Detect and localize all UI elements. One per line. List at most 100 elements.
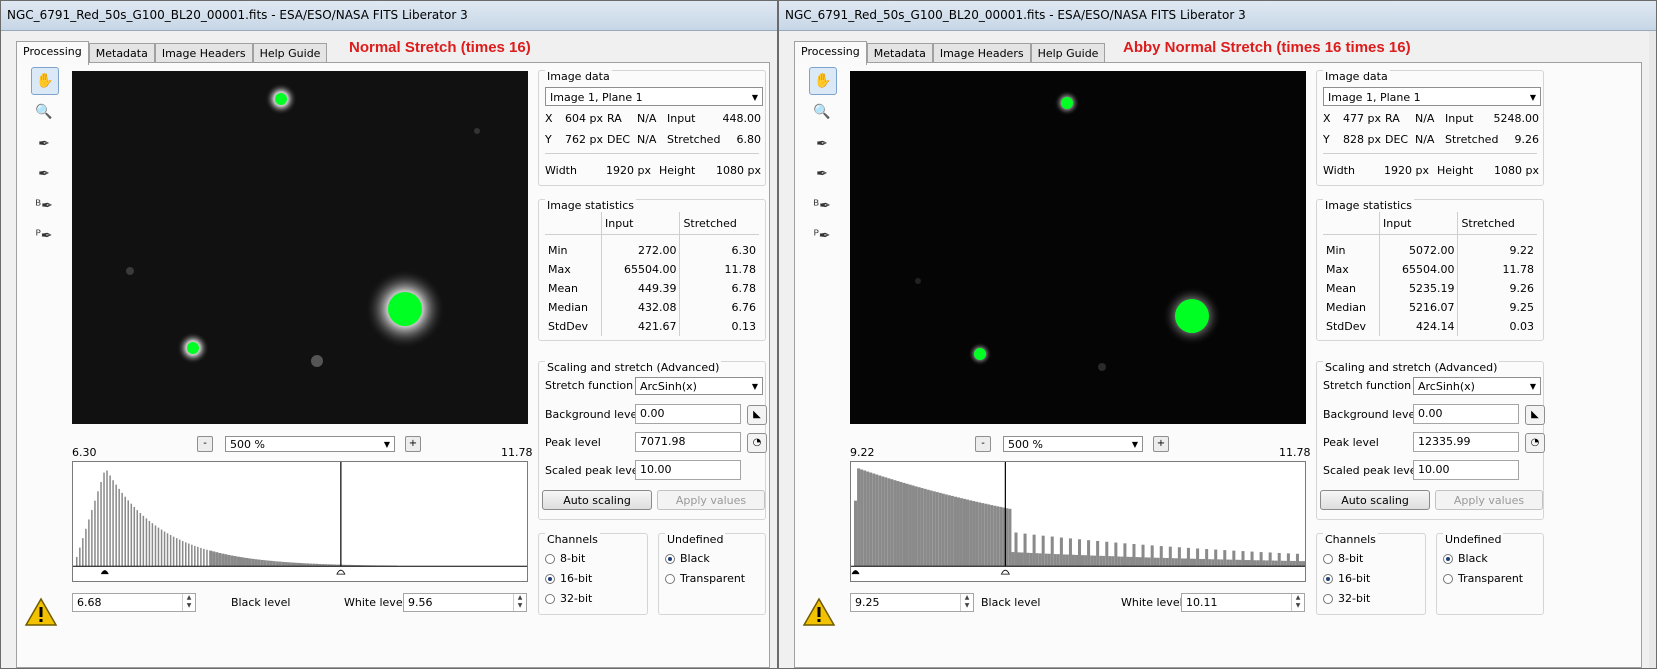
peak-picker-icon[interactable]: ◔	[747, 433, 767, 453]
background-picker-icon[interactable]: ᴮ✒	[809, 193, 835, 219]
tab-image-headers[interactable]: Image Headers	[932, 43, 1031, 64]
plane-select[interactable]: Image 1, Plane 1 ▼	[1323, 87, 1541, 106]
stretched-value: 6.80	[736, 133, 762, 146]
background-picker-icon[interactable]: ᴮ✒	[31, 193, 57, 219]
zoom-select[interactable]: 500 % ▼	[225, 436, 395, 452]
window-client: Processing Metadata Image Headers Help G…	[8, 31, 770, 668]
plane-value: Image 1, Plane 1	[550, 91, 643, 104]
channel-option-32bit[interactable]: 32-bit	[1323, 592, 1370, 605]
undefined-option-transparent[interactable]: Transparent	[665, 572, 745, 585]
tab-image-headers[interactable]: Image Headers	[154, 43, 253, 64]
radio-transparent[interactable]	[665, 573, 675, 584]
peak-level-input[interactable]: 12335.99	[1413, 432, 1519, 452]
channel-option-32bit[interactable]: 32-bit	[545, 592, 592, 605]
window-edge-scrollbar[interactable]	[1649, 31, 1656, 668]
black-level-input[interactable]: 9.25 ▲ ▼	[850, 593, 974, 612]
histogram-bar	[103, 472, 105, 567]
white-level-handle[interactable]	[1000, 569, 1010, 575]
peak-level-input[interactable]: 7071.98	[635, 432, 741, 452]
histogram-bar	[1108, 556, 1112, 567]
radio-32bit[interactable]	[545, 593, 555, 604]
black-level-handle[interactable]	[100, 570, 109, 575]
histogram-bar	[221, 553, 225, 567]
zoom-in-button[interactable]: +	[405, 436, 421, 452]
black-level-handle[interactable]	[851, 570, 860, 575]
radio-transparent[interactable]	[1443, 573, 1453, 584]
peak-picker-icon[interactable]: ᴾ✒	[31, 223, 57, 249]
zoom-in-button[interactable]: +	[1153, 436, 1169, 452]
histogram-bar	[1208, 559, 1212, 567]
tab-processing[interactable]: Processing	[794, 41, 867, 65]
undefined-option-black[interactable]: Black	[665, 552, 710, 565]
histogram[interactable]	[850, 461, 1306, 582]
zoom-out-button[interactable]: -	[197, 436, 213, 452]
auto-scaling-button[interactable]: Auto scaling	[1320, 490, 1430, 510]
white-level-input[interactable]: 9.56 ▲ ▼	[403, 593, 527, 612]
histogram[interactable]	[72, 461, 528, 582]
histogram-bar	[88, 519, 90, 567]
histogram-bar	[884, 477, 888, 567]
zoom-out-button[interactable]: -	[975, 436, 991, 452]
white-level-spinner[interactable]: ▲ ▼	[513, 594, 526, 611]
eyedropper-plus-icon[interactable]: ✒	[31, 161, 57, 187]
histogram-bar	[1147, 557, 1151, 567]
radio-black[interactable]	[1443, 553, 1453, 564]
background-level-input[interactable]: 0.00	[635, 404, 741, 424]
white-level-input[interactable]: 10.11 ▲ ▼	[1181, 593, 1305, 612]
histogram-bar	[1171, 558, 1175, 567]
tab-metadata[interactable]: Metadata	[88, 43, 155, 64]
stretch-function-label: Stretch function	[1323, 379, 1412, 392]
tab-help-guide[interactable]: Help Guide	[252, 43, 328, 64]
background-picker-icon[interactable]: ◣	[1525, 405, 1545, 425]
eyedropper-plus-icon[interactable]: ✒	[809, 161, 835, 187]
histogram-bar	[112, 480, 114, 567]
tab-processing[interactable]: Processing	[16, 41, 89, 65]
black-level-input[interactable]: 6.68 ▲ ▼	[72, 593, 196, 612]
eyedropper-icon[interactable]: ✒	[809, 131, 835, 157]
histogram-bar	[1217, 559, 1221, 567]
zoom-select[interactable]: 500 % ▼	[1003, 436, 1143, 452]
radio-8bit[interactable]	[1323, 553, 1333, 564]
background-picker-icon[interactable]: ◣	[747, 405, 767, 425]
radio-8bit[interactable]	[545, 553, 555, 564]
stretch-function-select[interactable]: ArcSinh(x) ▼	[1413, 377, 1541, 395]
apply-values-button[interactable]: Apply values	[657, 490, 765, 510]
white-level-spinner[interactable]: ▲ ▼	[1291, 594, 1304, 611]
radio-16bit[interactable]	[1323, 573, 1333, 584]
zoom-icon[interactable]: 🔍	[31, 99, 57, 125]
eyedropper-icon[interactable]: ✒	[31, 131, 57, 157]
peak-picker-icon[interactable]: ◔	[1525, 433, 1545, 453]
undefined-option-transparent[interactable]: Transparent	[1443, 572, 1523, 585]
white-level-handle[interactable]	[336, 569, 346, 575]
image-preview[interactable]	[72, 71, 528, 424]
radio-black[interactable]	[665, 553, 675, 564]
channel-option-label: 16-bit	[1338, 572, 1371, 585]
hand-icon[interactable]: ✋	[809, 67, 837, 95]
stretch-function-select[interactable]: ArcSinh(x) ▼	[635, 377, 763, 395]
background-level-input[interactable]: 0.00	[1413, 404, 1519, 424]
image-preview[interactable]	[850, 71, 1306, 424]
radio-16bit[interactable]	[545, 573, 555, 584]
statistics-table: Input Stretched Min 272.00 6.30 Max 6550…	[545, 212, 759, 336]
auto-scaling-button[interactable]: Auto scaling	[542, 490, 652, 510]
tab-metadata[interactable]: Metadata	[866, 43, 933, 64]
scaled-peak-input[interactable]: 10.00	[1413, 460, 1519, 480]
undefined-option-black[interactable]: Black	[1443, 552, 1488, 565]
hand-icon[interactable]: ✋	[31, 67, 59, 95]
zoom-icon[interactable]: 🔍	[809, 99, 835, 125]
apply-values-button[interactable]: Apply values	[1435, 490, 1543, 510]
channel-option-16bit[interactable]: 16-bit	[1323, 572, 1370, 585]
plane-select[interactable]: Image 1, Plane 1 ▼	[545, 87, 763, 106]
histogram-bar	[1071, 554, 1075, 567]
tab-help-guide[interactable]: Help Guide	[1030, 43, 1106, 64]
histogram-bar	[911, 485, 915, 567]
channel-option-8bit[interactable]: 8-bit	[545, 552, 585, 565]
scaling-title: Scaling and stretch (Advanced)	[1323, 361, 1500, 374]
black-level-spinner[interactable]: ▲ ▼	[182, 594, 195, 611]
channel-option-8bit[interactable]: 8-bit	[1323, 552, 1363, 565]
scaled-peak-input[interactable]: 10.00	[635, 460, 741, 480]
black-level-spinner[interactable]: ▲ ▼	[960, 594, 973, 611]
channel-option-16bit[interactable]: 16-bit	[545, 572, 592, 585]
peak-picker-icon[interactable]: ᴾ✒	[809, 223, 835, 249]
radio-32bit[interactable]	[1323, 593, 1333, 604]
